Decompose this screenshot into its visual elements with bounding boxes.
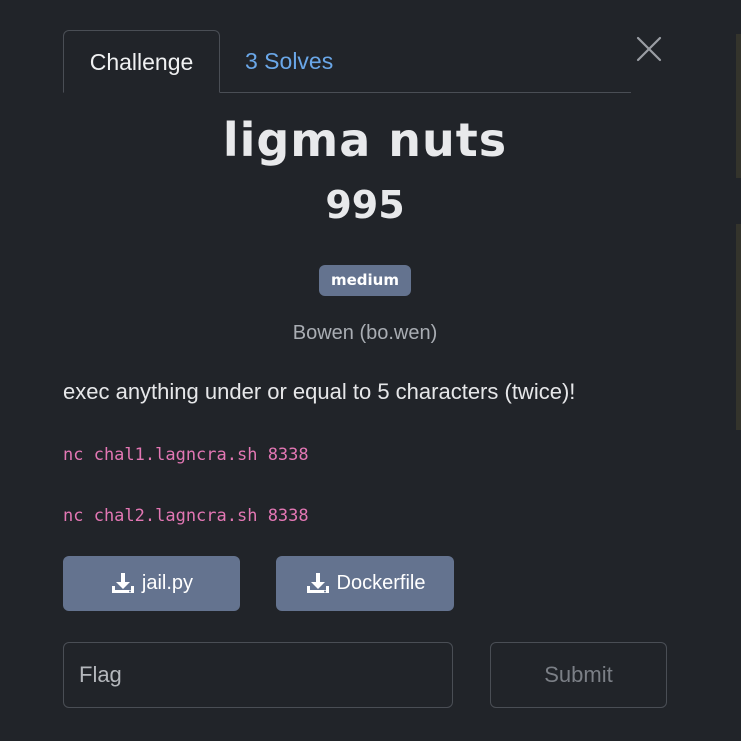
background-edge — [736, 224, 741, 430]
challenge-points: 995 — [325, 183, 405, 227]
download-jail-py-button[interactable]: jail.py — [63, 556, 240, 611]
close-icon[interactable] — [634, 34, 664, 64]
submit-button[interactable]: Submit — [490, 642, 667, 708]
tab-solves[interactable]: 3 Solves — [245, 30, 333, 91]
difficulty-badge: medium — [319, 265, 411, 296]
download-dockerfile-button[interactable]: Dockerfile — [276, 556, 454, 611]
tab-bar: Challenge 3 Solves — [63, 30, 631, 93]
download-icon — [110, 572, 136, 596]
connection-command: nc chal1.lagncra.sh 8338 — [63, 445, 309, 465]
tab-challenge[interactable]: Challenge — [63, 30, 220, 93]
challenge-description: exec anything under or equal to 5 charac… — [63, 379, 576, 404]
download-icon — [305, 572, 331, 596]
challenge-title: ligma nuts — [222, 113, 508, 167]
flag-input[interactable] — [63, 642, 453, 708]
download-label: jail.py — [141, 572, 194, 594]
background-edge — [736, 34, 741, 178]
connection-command: nc chal2.lagncra.sh 8338 — [63, 506, 309, 526]
challenge-modal: Challenge 3 Solves ligma nuts 995 medium… — [0, 0, 741, 741]
download-label: Dockerfile — [336, 572, 426, 594]
challenge-author: Bowen (bo.wen) — [292, 322, 438, 344]
